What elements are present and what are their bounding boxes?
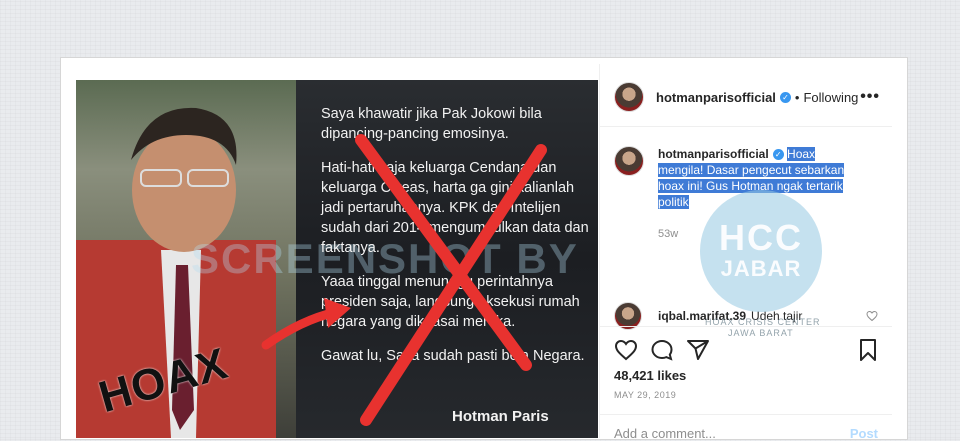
avatar[interactable] [614, 82, 644, 112]
header-username[interactable]: hotmanparisofficial [656, 90, 776, 105]
more-icon[interactable]: ••• [860, 88, 880, 106]
action-bar [614, 338, 880, 362]
post-header: hotmanparisofficial ✓ • Following ••• [614, 82, 880, 112]
caption-avatar[interactable] [614, 146, 644, 176]
verified-icon: ✓ [772, 149, 784, 161]
caption-username[interactable]: hotmanparisofficial [658, 147, 769, 161]
post-image: SCREENSHOT BY Saya khawatir jika Pak Jok… [76, 80, 598, 438]
add-comment-input[interactable]: Add a comment... [614, 426, 716, 441]
logo-main-text: HCC [719, 217, 803, 258]
verified-icon: ✓ [779, 91, 791, 103]
logo-caption: HOAX CRISIS CENTER [705, 317, 821, 327]
likes-count[interactable]: 48,421 likes [614, 368, 686, 383]
post-comment-button[interactable]: Post [850, 426, 878, 441]
divider [600, 414, 892, 415]
share-icon[interactable] [686, 338, 710, 362]
comment-icon[interactable] [650, 338, 674, 362]
logo-caption: JAWA BARAT [728, 328, 794, 338]
post-date: MAY 29, 2019 [614, 390, 677, 400]
like-comment-icon[interactable] [866, 310, 878, 322]
divider [600, 126, 892, 127]
following-button[interactable]: Following [803, 90, 858, 105]
bookmark-icon[interactable] [856, 338, 880, 362]
header-separator: • [794, 89, 800, 105]
heart-icon[interactable] [614, 338, 638, 362]
logo-sub-text: JABAR [720, 256, 802, 281]
hcc-logo: HCC JABAR [700, 190, 822, 312]
